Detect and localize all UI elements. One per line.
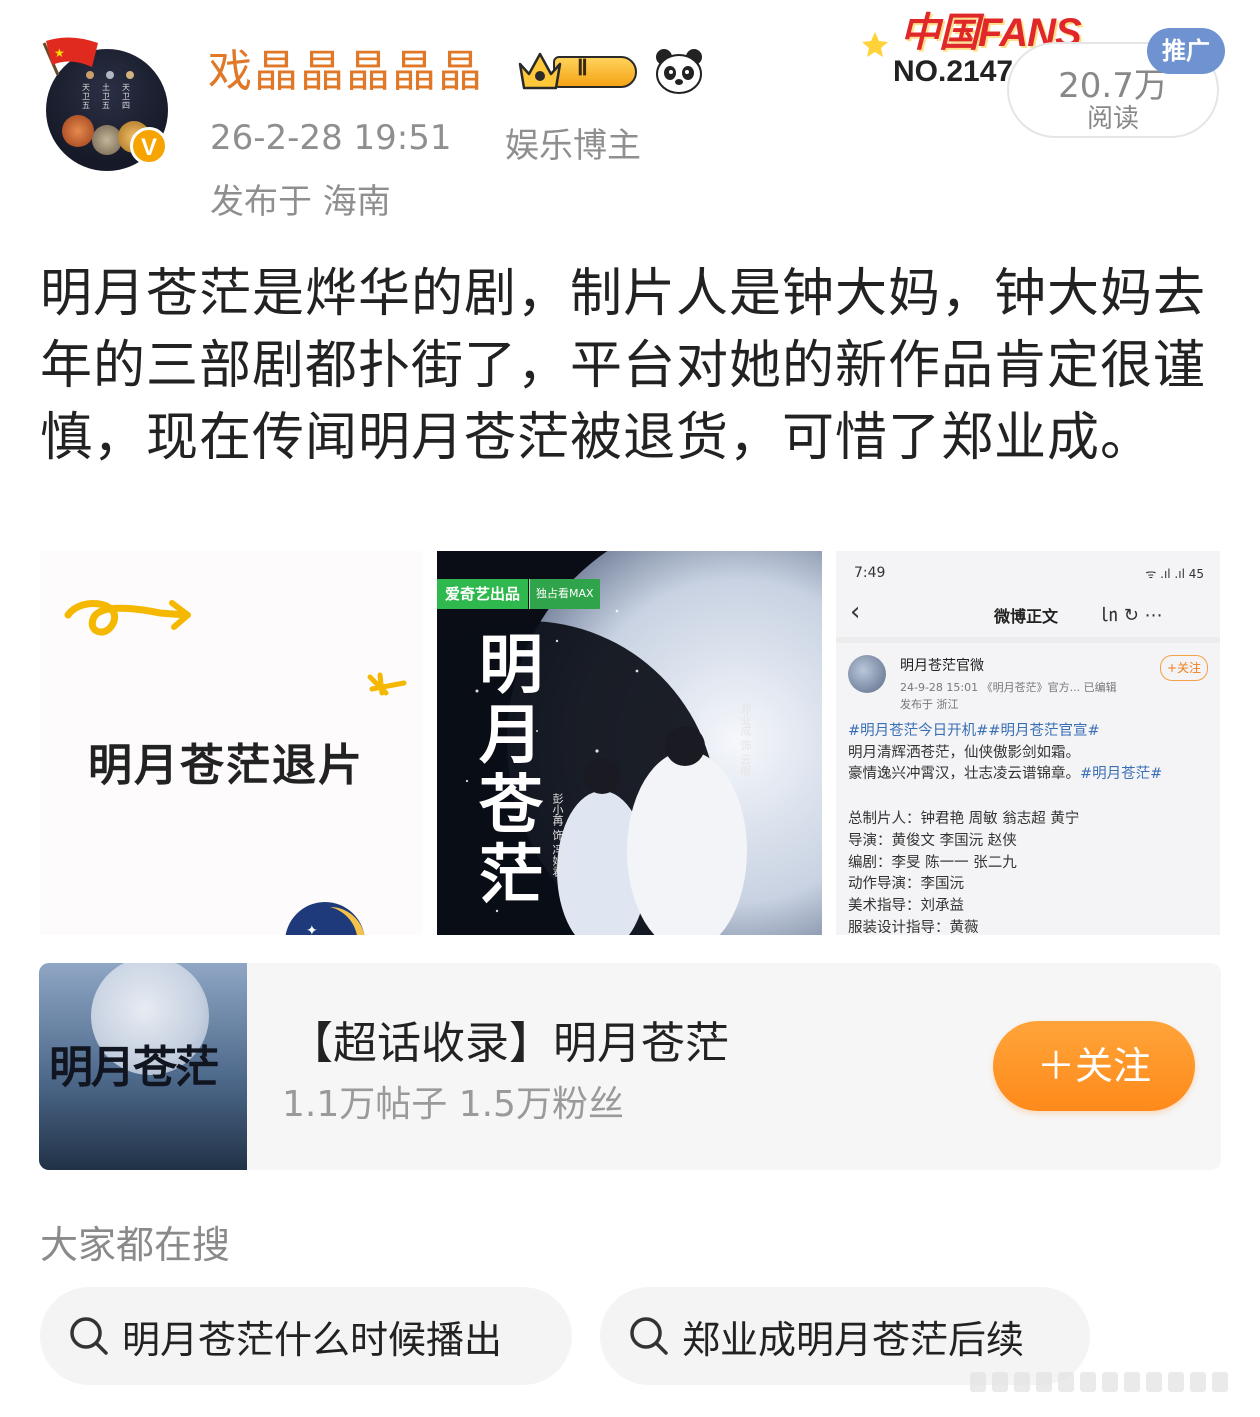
back-arrow-icon: ‹ xyxy=(850,597,861,627)
post-timestamp: 26-2-28 19:51 xyxy=(210,118,452,158)
super-topic-card[interactable]: 明月苍茫 【超话收录】明月苍茫 1.1万帖子 1.5万粉丝 ＋关注 xyxy=(39,963,1221,1170)
post-image-1[interactable]: 明月苍茫退片 ✦ xyxy=(40,551,423,935)
star-icon xyxy=(862,32,888,57)
official-post-body: #明月苍茫今日开机##明月苍茫官宣# 明月清辉洒苍茫，仙侠傲影剑如霜。 豪情逸兴… xyxy=(848,721,1212,786)
topic-tags: #明月苍茫今日开机##明月苍茫官宣# xyxy=(848,723,1100,739)
watermark xyxy=(970,1372,1228,1392)
credit-line: 编剧：李旻 陈一一 张二九 xyxy=(848,854,1017,871)
moon-logo-icon: ✦ xyxy=(285,902,365,935)
svg-text:✦: ✦ xyxy=(306,923,318,935)
search-suggestion-label: 明月苍茫什么时候播出 xyxy=(122,1318,503,1362)
status-time: 7:49 xyxy=(854,565,886,581)
panda-icon xyxy=(656,49,702,94)
poster-title: 明月苍茫 xyxy=(479,628,543,913)
post-image-2[interactable]: 爱奇艺出品 独占看MAX 明月苍茫 彭小苒 饰 冯妙君 郑业成 饰 云崕 xyxy=(437,551,822,935)
sparkle-icon xyxy=(367,672,407,696)
post-location: 发布于 海南 xyxy=(210,182,391,222)
promo-tag: 推广 xyxy=(1147,28,1225,74)
search-icon xyxy=(630,1317,668,1355)
author-avatar[interactable]: 天卫五 土卫五 天卫四 ★ V xyxy=(40,35,175,171)
divider xyxy=(836,637,1220,643)
screen-actions: ㏑ ↻ ⋯ xyxy=(1100,605,1163,626)
china-flag-icon: ★ xyxy=(42,37,98,75)
fans-number: NO.2147 xyxy=(893,55,1014,88)
read-label: 阅读 xyxy=(1086,104,1139,134)
search-suggestion-label: 郑业成明月苍茫后续 xyxy=(682,1318,1025,1362)
credit-line: 服装设计指导：黄薇 xyxy=(848,919,979,935)
crown-icon xyxy=(518,52,562,90)
cast-right: 郑业成 饰 云崕 xyxy=(739,703,752,776)
poem-line-1: 明月清辉洒苍茫，仙侠傲影剑如霜。 xyxy=(848,744,1080,761)
search-icon xyxy=(70,1317,108,1355)
credit-line: 总制片人：钟君艳 周敏 翁志超 黄宁 xyxy=(848,811,1080,827)
official-post-meta: 24-9-28 15:01 《明月苍茫》官方... 已编辑 xyxy=(900,681,1117,694)
exclusive-tag: 独占看MAX xyxy=(529,579,600,609)
swirl-arrow-icon xyxy=(64,600,191,636)
credits-list: 总制片人：钟君艳 周敏 翁志超 黄宁 导演：黄俊文 李国沅 赵侠 编剧：李旻 陈… xyxy=(848,809,1079,935)
level-bar xyxy=(553,56,637,88)
credit-line: 美术指导：刘承益 xyxy=(848,898,964,915)
author-name[interactable]: 戏晶晶晶晶晶 xyxy=(208,42,484,102)
follow-topic-button[interactable]: ＋关注 xyxy=(993,1021,1195,1111)
cast-left: 彭小苒 饰 冯妙君 xyxy=(551,793,564,877)
credit-line: 导演：黄俊文 李国沅 赵侠 xyxy=(848,832,1017,849)
iqiyi-brand: 爱奇艺出品 xyxy=(437,579,529,609)
svg-text:★: ★ xyxy=(54,46,65,60)
topic-stats: 1.1万帖子 1.5万粉丝 xyxy=(282,1084,624,1125)
topic-name: 【超话收录】明月苍茫 xyxy=(289,1018,729,1069)
member-level-badge[interactable]: Ⅱ xyxy=(515,46,640,96)
search-suggestion[interactable]: 明月苍茫什么时候播出 xyxy=(40,1287,572,1385)
status-icons: ᯤ .ıl .ıl 45 xyxy=(1145,567,1204,581)
official-account-name: 明月苍茫官微 xyxy=(900,658,984,674)
poem-line-2: 豪情逸兴冲霄汉，壮志凌云谱锦章。#明月苍茫# xyxy=(848,764,1212,786)
official-post-location: 发布于 浙江 xyxy=(900,698,959,711)
credit-line: 动作导演：李国沅 xyxy=(848,876,964,893)
post-text: 明月苍茫是烨华的剧，制片人是钟大妈，钟大妈去年的三部剧都扑街了，平台对她的新作品… xyxy=(40,264,1207,468)
poem-line-2-tag: #明月苍茫# xyxy=(1080,766,1163,782)
topic-image: 明月苍茫 xyxy=(39,963,247,1170)
poem-line-2-text: 豪情逸兴冲霄汉，壮志凌云谱锦章。 xyxy=(848,766,1080,782)
author-category: 娱乐博主 xyxy=(505,126,641,166)
verified-v-icon: V xyxy=(130,127,168,165)
screen-title: 微博正文 xyxy=(994,607,1059,626)
official-follow-button: +关注 xyxy=(1159,655,1208,681)
topic-image-title: 明月苍茫 xyxy=(49,1042,219,1093)
image-caption: 明月苍茫退片 xyxy=(88,740,364,791)
post-image-3[interactable]: 7:49 ᯤ .ıl .ıl 45 ‹ 微博正文 ㏑ ↻ ⋯ 明月苍茫官微 24… xyxy=(836,551,1220,935)
level-number: Ⅱ xyxy=(577,55,588,80)
trending-search-heading: 大家都在搜 xyxy=(40,1223,231,1267)
official-avatar xyxy=(848,655,886,693)
